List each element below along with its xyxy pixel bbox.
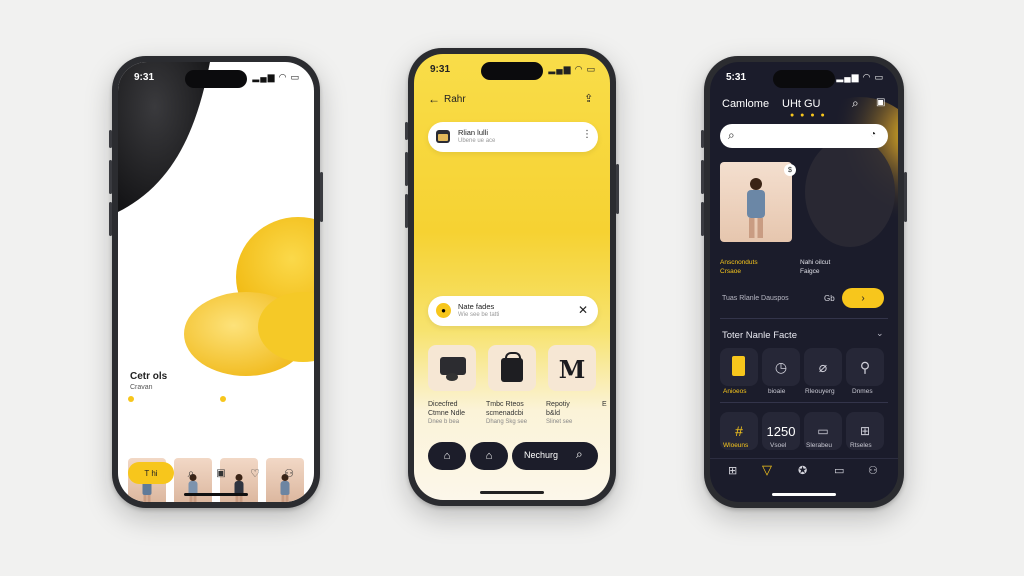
status-time: 5:31: [726, 72, 747, 83]
bottom-nav: T hi ⌕ ▣ ♡ ⚇: [118, 460, 314, 490]
section-title: Cetr ols: [130, 371, 168, 382]
product-sub: Dhang Skg see: [486, 419, 528, 425]
card-title: Nate fades: [458, 302, 495, 311]
nav-bag-icon[interactable]: ▭: [834, 464, 844, 477]
nav-favorites-icon[interactable]: ✪: [798, 464, 807, 477]
status-icons: ▂▄▆ ◠ ▭: [252, 72, 300, 82]
share-icon[interactable]: ⇪: [584, 92, 593, 105]
next-button[interactable]: ›: [842, 288, 884, 308]
product-detail: scmenadcbi: [486, 410, 524, 417]
more-icon[interactable]: ⋮: [582, 129, 592, 140]
thumb-badge: [128, 396, 134, 402]
close-icon[interactable]: ✕: [578, 303, 588, 317]
heart-icon[interactable]: ♡: [246, 464, 264, 482]
card-subtitle: Ubene ue ace: [458, 138, 496, 144]
phone-right-screen: 5:31 ▂▄▆ ◠ ▭ Camlome UHt GU ● ● ● ● ⌕ ▣ …: [710, 62, 898, 502]
phone-icon: [732, 356, 745, 376]
decorative-shapes: [118, 62, 314, 376]
nav-profile-icon[interactable]: ⚇: [868, 464, 878, 477]
product-sub: Dnee b bea: [428, 419, 460, 425]
status-time: 9:31: [430, 64, 451, 75]
nav-home-button[interactable]: T hi: [128, 462, 174, 484]
card-icon: ▭: [817, 424, 829, 438]
search-icon[interactable]: ⌕: [182, 464, 200, 482]
tag-icon: ⌀: [818, 358, 828, 375]
product-name: Dicecfred: [428, 401, 458, 408]
product-detail: Ctmne Ndle: [428, 410, 465, 417]
category-tile[interactable]: ◷: [762, 348, 800, 386]
notification-card[interactable]: ● Nate fades Wie see be tatti ✕: [428, 296, 598, 326]
tile-label: bioaie: [768, 388, 786, 395]
calendar-icon[interactable]: ▣: [212, 464, 230, 482]
nav-home-label: T hi: [144, 468, 158, 478]
chevron-down-icon[interactable]: ⌄: [876, 328, 884, 339]
page-dots: ● ● ● ●: [790, 112, 827, 119]
product-tag: Nahi oilcut Faigce: [800, 259, 831, 275]
timer-icon: ◷: [774, 358, 788, 375]
header-title: Rahr: [444, 94, 466, 105]
search-icon: ⌕: [728, 128, 735, 142]
product-card[interactable]: M: [548, 345, 596, 391]
status-icons: ▂▄▆ ◠ ▭: [548, 64, 596, 74]
pin-icon: ⚲: [859, 358, 871, 375]
app-title: Camlome: [722, 98, 770, 110]
product-tag: Anscnonduts Crsaoe: [720, 259, 758, 275]
bag-icon: ●: [436, 303, 451, 318]
phone-left: 9:31 ▂▄▆ ◠ ▭ Cetr ols Cravan T hi ⌕ ▣ ♡ …: [109, 56, 323, 508]
product-card[interactable]: [488, 345, 536, 391]
nav-grid-icon[interactable]: ⊞: [728, 464, 737, 477]
search-icon: ⌕: [576, 447, 583, 461]
product-sub: Slinet see: [546, 419, 573, 425]
card-title: Rlian lulli: [458, 128, 489, 137]
app-title-secondary: UHt GU: [782, 98, 821, 110]
thumb-badge: [220, 396, 226, 402]
tile-label: Dnmes: [852, 388, 873, 395]
tile-label: Slerabeu: [806, 442, 833, 449]
price-value: 1250: [766, 423, 796, 439]
brand-logo-icon: M: [558, 354, 586, 384]
tile-label: Vsoel: [770, 442, 787, 449]
product-card[interactable]: [428, 345, 476, 391]
grid-icon: ⊞: [859, 424, 871, 438]
search-bar[interactable]: ⌕ ◔: [720, 124, 888, 148]
price-badge: $: [784, 164, 796, 176]
category-tile[interactable]: ⌀: [804, 348, 842, 386]
home-icon[interactable]: ⌂: [428, 442, 466, 470]
product-partial: E: [602, 401, 607, 408]
tile-label: Rtseles: [850, 442, 872, 449]
notification-card[interactable]: Rlian lulli Ubene ue ace ⋮: [428, 122, 598, 152]
search-input[interactable]: [742, 128, 866, 146]
card-subtitle: Wie see be tatti: [458, 312, 500, 318]
product-name: Repotiy: [546, 401, 570, 408]
phone-middle-screen: 9:31 ▂▄▆ ◠ ▭ ← Rahr ⇪ Rlian lulli Ubene …: [414, 54, 610, 500]
product-image[interactable]: [720, 162, 792, 242]
tile-label: Rleouyerg: [805, 388, 835, 395]
phone-middle: 9:31 ▂▄▆ ◠ ▭ ← Rahr ⇪ Rlian lulli Ubene …: [405, 48, 619, 506]
product-name: Tmbc Rteos: [486, 401, 524, 408]
phone-right: 5:31 ▂▄▆ ◠ ▭ Camlome UHt GU ● ● ● ● ⌕ ▣ …: [701, 56, 907, 508]
section-title: Toter Nanle Facte: [722, 330, 797, 341]
promo-text: Tuas Rlanle Dauspos: [722, 295, 789, 302]
tile-label: Wloeuns: [723, 442, 749, 449]
section-subtitle: Cravan: [130, 384, 153, 391]
search-label: Nechurg: [524, 450, 559, 460]
status-icons: ▂▄▆ ◠ ▭: [836, 72, 884, 82]
nav-home-icon[interactable]: ▽: [762, 462, 772, 478]
hash-icon: #: [735, 423, 743, 439]
store-icon[interactable]: ⌂: [470, 442, 508, 470]
category-tile[interactable]: ⚲: [846, 348, 884, 386]
product-detail: b&ld: [546, 410, 561, 417]
tile-label: Anioeos: [723, 388, 747, 395]
profile-icon[interactable]: ⚇: [280, 464, 298, 482]
status-time: 9:31: [134, 72, 155, 83]
phone-left-screen: 9:31 ▂▄▆ ◠ ▭ Cetr ols Cravan T hi ⌕ ▣ ♡ …: [118, 62, 314, 502]
search-icon[interactable]: ⌕: [852, 96, 859, 111]
mic-icon[interactable]: ◔: [870, 129, 876, 140]
cart-icon[interactable]: ▣: [876, 97, 885, 108]
category-tile[interactable]: [720, 348, 758, 386]
bag-icon: [436, 130, 450, 143]
search-button[interactable]: Nechurg ⌕: [512, 442, 598, 470]
back-arrow-icon[interactable]: ←: [428, 92, 440, 106]
promo-icon-label: Gb: [824, 294, 835, 303]
